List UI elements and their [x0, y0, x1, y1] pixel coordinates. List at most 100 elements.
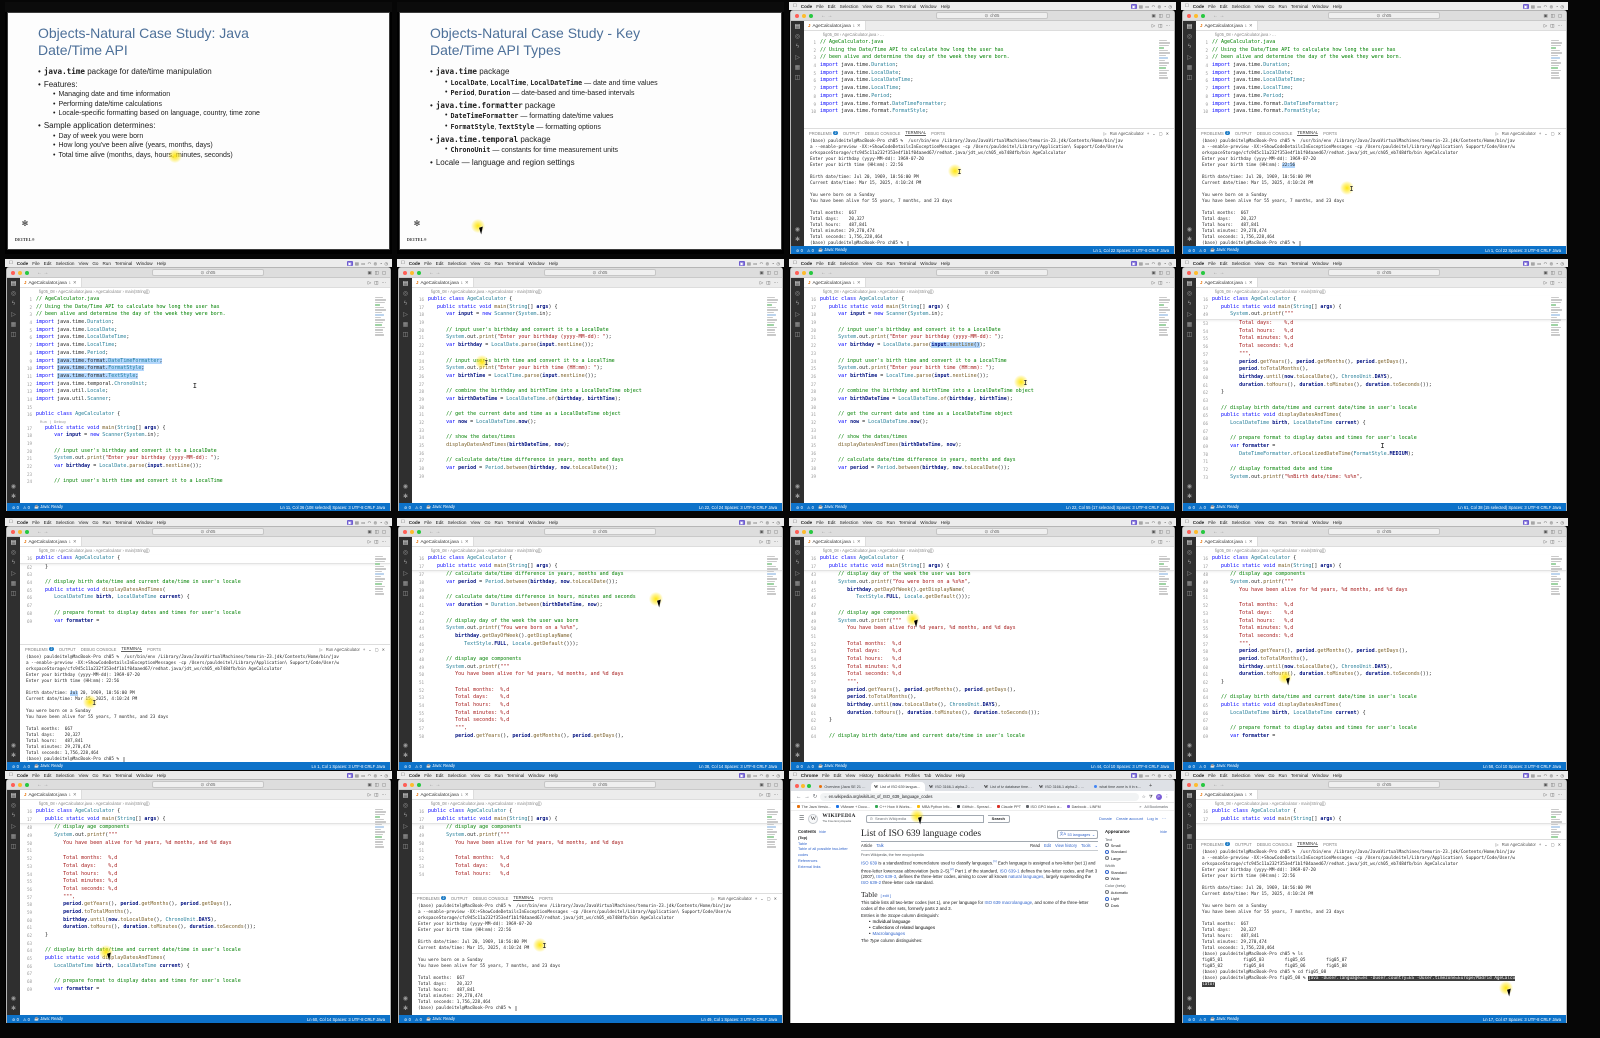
settings-gear-icon[interactable]: ✱ [1187, 237, 1192, 243]
battery-icon[interactable]: ▭ [361, 520, 365, 525]
terminal-output[interactable]: (base) pauldeitel@MacBook-Pro ch05 % /us… [20, 653, 390, 762]
toggle-panel-icon[interactable]: ▣ [760, 529, 764, 535]
tab-close-icon[interactable]: ✕ [857, 23, 861, 29]
code-text[interactable]: public static void main(String[] args) { [428, 816, 557, 824]
toggle-panel-icon[interactable]: ▣ [1544, 13, 1548, 19]
menu-selection[interactable]: Selection [840, 520, 859, 525]
java-status[interactable]: ☕ Java: Ready [1210, 247, 1239, 253]
menu-file[interactable]: File [424, 261, 431, 266]
code-text[interactable]: import java.time.format.DateTimeFormatte… [1212, 101, 1338, 109]
maximize-panel-icon[interactable]: ▢ [767, 896, 771, 901]
menu-view[interactable]: View [78, 261, 88, 266]
panel-tab-output[interactable]: OUTPUT [59, 647, 76, 652]
apple-menu-icon[interactable]:  [9, 260, 13, 266]
code-text[interactable]: // Using the Date/Time API to calculate … [36, 304, 220, 312]
toggle-panel-icon[interactable]: ▣ [760, 270, 764, 276]
apple-menu-icon[interactable]:  [1185, 772, 1189, 778]
menu-edit[interactable]: Edit [436, 773, 444, 778]
menu-selection[interactable]: Selection [448, 520, 467, 525]
menu-bookmarks[interactable]: Bookmarks [878, 773, 901, 778]
code-text[interactable]: public static void main(String[] args) { [36, 816, 165, 824]
menu-file[interactable]: File [32, 261, 39, 266]
code-text[interactable]: birthday.until(now.toLocalDate(), Chrono… [36, 917, 217, 925]
close-traffic-light[interactable] [795, 529, 799, 534]
source-control-icon[interactable]: ϟ [796, 560, 799, 566]
screen-recording-icon[interactable]: ▣ [1130, 519, 1137, 525]
account-icon[interactable]: ◉ [11, 743, 16, 749]
run-debug-icon[interactable]: ▷ [1187, 824, 1192, 830]
extensions-icon[interactable]: ▦ [11, 581, 17, 587]
apple-menu-icon[interactable]:  [793, 260, 797, 266]
wiki-search-button[interactable]: Search [987, 814, 1010, 823]
code-text[interactable]: } [1212, 679, 1224, 687]
tab-close-icon[interactable]: ✕ [1249, 280, 1253, 286]
code-text[interactable]: Total seconds: %,d [820, 671, 901, 679]
more-actions-icon[interactable]: ⋯ [774, 792, 779, 798]
battery-icon[interactable]: ▭ [1537, 520, 1541, 525]
close-traffic-light[interactable] [403, 782, 407, 787]
account-icon[interactable]: ◉ [11, 996, 16, 1002]
minimize-traffic-light[interactable] [801, 784, 805, 788]
toggle-panel-icon[interactable]: ▣ [1152, 270, 1156, 276]
menu-run[interactable]: Run [494, 520, 502, 525]
battery-icon[interactable]: ▭ [1145, 4, 1149, 9]
breadcrumb[interactable]: fig05_08 › AgeCalculator.java › AgeCalcu… [1196, 800, 1566, 807]
menu-edit[interactable]: Edit [1220, 261, 1228, 266]
wifi-icon[interactable]: ◠ [1152, 4, 1156, 9]
code-text[interactable]: var formatter = [1212, 443, 1275, 451]
java-status[interactable]: ☕ Java: Ready [34, 763, 63, 769]
editor-tab-active[interactable]: J AgeCalculator.java 1 ✕ [20, 790, 82, 799]
menu-view[interactable]: View [1254, 261, 1264, 266]
browser-tab[interactable]: Overview (Java SE 21 & JD... [816, 782, 870, 791]
code-text[interactable]: You have been alive for %d years, %d mon… [428, 671, 624, 679]
errors-indicator[interactable]: ⊘ 0 [404, 764, 411, 769]
command-center-search[interactable]: ⊙ ch05 [543, 528, 656, 535]
screen-recording-icon[interactable]: ▣ [1522, 519, 1529, 525]
code-text[interactable]: import java.time.Period; [1212, 93, 1284, 101]
control-center-icon[interactable]: ◔ [772, 261, 774, 266]
code-text[interactable]: System.out.printf(""" [428, 832, 509, 840]
code-text[interactable]: // display day of the week the user was … [428, 618, 578, 626]
menu-edit[interactable]: Edit [834, 773, 842, 778]
command-center-search[interactable]: ⊙ ch05 [543, 781, 656, 788]
errors-indicator[interactable]: ⊘ 0 [12, 505, 19, 510]
more-actions-icon[interactable]: ⋯ [1558, 280, 1563, 286]
wiki-link[interactable]: ISO 639 [861, 860, 877, 865]
search-icon[interactable]: ◎ [795, 550, 800, 556]
zoom-traffic-light[interactable] [807, 784, 811, 788]
tab-close-icon[interactable]: ✕ [73, 280, 77, 286]
bookmark-item[interactable]: C++ How It Works... [874, 805, 912, 809]
source-control-icon[interactable]: ϟ [1188, 44, 1191, 50]
clock-icon[interactable]: ◷ [1561, 773, 1565, 778]
menu-window[interactable]: Window [528, 773, 544, 778]
code-text[interactable]: Total days: %,d [428, 863, 509, 871]
code-text[interactable]: public class AgeCalculator { [36, 808, 120, 816]
menu-run[interactable]: Run [1278, 773, 1286, 778]
code-text[interactable]: public static void displayDatesAndTimes( [1212, 412, 1341, 420]
source-control-icon[interactable]: ϟ [1188, 560, 1191, 566]
run-task-icon[interactable]: ▷ [1104, 131, 1107, 136]
menu-view[interactable]: View [862, 261, 872, 266]
bookmark-item[interactable]: GitHub - Spread... [957, 805, 992, 809]
new-terminal-icon[interactable]: + [755, 896, 757, 901]
code-editor[interactable]: 16 public class AgeCalculator {17 public … [412, 807, 782, 893]
screen-recording-icon[interactable]: ▣ [1130, 772, 1137, 778]
more-menu-icon[interactable]: ⋮ [1165, 794, 1169, 800]
code-text[interactable]: import java.time.temporal.ChronoUnit; [36, 381, 147, 389]
menu-view[interactable]: View [470, 261, 480, 266]
code-text[interactable]: public static void main(String[] args) { [820, 304, 949, 312]
java-status[interactable]: ☕ Java: Ready [818, 247, 847, 253]
apple-menu-icon[interactable]:  [401, 260, 405, 266]
split-editor-icon[interactable]: ◫ [1550, 23, 1554, 29]
testing-icon[interactable]: ◫ [795, 75, 801, 81]
zoom-traffic-light[interactable] [1201, 13, 1205, 18]
code-text[interactable]: public class AgeCalculator { [1212, 808, 1296, 816]
customize-layout-icon[interactable]: ▢ [774, 782, 778, 788]
breadcrumb[interactable]: fig05_08 › AgeCalculator.java › … [804, 31, 1174, 38]
maximize-panel-icon[interactable]: ▢ [375, 647, 379, 652]
clock-icon[interactable]: ◷ [1169, 773, 1173, 778]
code-text[interactable]: import java.time.LocalTime; [36, 342, 117, 350]
screen-recording-icon[interactable]: ▣ [738, 260, 745, 266]
code-text[interactable]: // display birth date/time and current d… [36, 947, 241, 955]
appearance-option-light[interactable]: Light [1105, 896, 1167, 901]
